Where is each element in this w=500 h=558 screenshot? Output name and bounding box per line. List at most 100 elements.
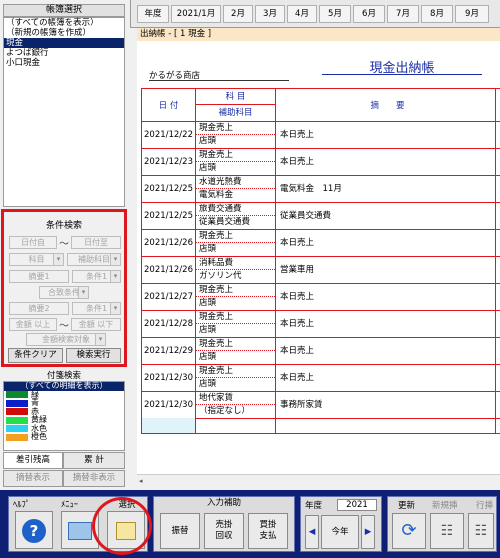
refresh-icon[interactable]: ⟳ <box>392 513 426 549</box>
table-row[interactable]: 2021/12/26 消耗品費 ガソリン代 営業車用 <box>141 257 500 284</box>
row-date[interactable]: 2021/12/26 <box>141 230 196 257</box>
table-row[interactable]: 2021/12/30 現金売上 店頭 本日売上 <box>141 365 500 392</box>
row-account[interactable]: 消耗品費 ガソリン代 <box>196 257 276 284</box>
new-entry-row[interactable] <box>141 418 500 434</box>
tag-list[interactable]: （すべての明細を表示） 緑 青 赤 黄緑 水色 橙色 <box>3 381 125 451</box>
amount-to-field[interactable]: 金額 以下 <box>71 318 121 331</box>
transfer-button[interactable]: 振替 <box>160 513 200 549</box>
month-tab[interactable]: 2021/1月 <box>171 5 221 23</box>
new-entry-summary[interactable] <box>276 418 496 434</box>
month-tab[interactable]: 6月 <box>353 5 385 23</box>
horizontal-scrollbar[interactable]: ◂ <box>137 474 500 487</box>
tag-item-red[interactable]: 赤 <box>4 407 124 417</box>
row-summary[interactable]: 本日売上 <box>276 284 496 311</box>
table-row[interactable]: 2021/12/23 現金売上 店頭 本日売上 <box>141 149 500 176</box>
row-account[interactable]: 旅費交通費 従業員交通費 <box>196 203 276 230</box>
tag-item-all[interactable]: （すべての明細を表示） <box>4 381 124 391</box>
ledger-item-bank[interactable]: よつば銀行 <box>4 48 124 58</box>
month-tab[interactable]: 5月 <box>319 5 351 23</box>
payable-pay-button[interactable]: 買掛 支払 <box>248 513 288 549</box>
table-row[interactable]: 2021/12/26 現金売上 店頭 本日売上 <box>141 230 500 257</box>
row-account[interactable]: 水道光熱費 電気料金 <box>196 176 276 203</box>
table-row[interactable]: 2021/12/29 現金売上 店頭 本日売上 <box>141 338 500 365</box>
insert-row-icon[interactable]: ☷ <box>430 513 464 549</box>
next-year-icon[interactable]: ▶ <box>361 515 375 549</box>
run-search-button[interactable]: 検索実行 <box>66 348 121 363</box>
row-account[interactable]: 現金売上 店頭 <box>196 311 276 338</box>
month-tab[interactable]: 7月 <box>387 5 419 23</box>
row-account[interactable]: 現金売上 店頭 <box>196 149 276 176</box>
row-date[interactable]: 2021/12/22 <box>141 122 196 149</box>
tag-item-blue[interactable]: 青 <box>4 398 124 408</box>
ledger-item-petty-cash[interactable]: 小口現金 <box>4 58 124 68</box>
row-summary[interactable]: 事務所家賃 <box>276 392 496 419</box>
row-account[interactable]: 現金売上 店頭 <box>196 365 276 392</box>
row-date[interactable]: 2021/12/25 <box>141 203 196 230</box>
month-tab[interactable]: 2月 <box>223 5 253 23</box>
row-account[interactable]: 現金売上 店頭 <box>196 230 276 257</box>
row-date[interactable]: 2021/12/26 <box>141 257 196 284</box>
ledger-item-new[interactable]: （新規の帳簿を作成） <box>4 28 124 38</box>
row-icon[interactable]: ☷ <box>468 513 494 549</box>
row-date[interactable]: 2021/12/30 <box>141 365 196 392</box>
row-summary[interactable]: 電気料金 11月 <box>276 176 496 203</box>
summary2-field[interactable]: 摘要2 <box>9 302 69 315</box>
month-tab[interactable]: 4月 <box>287 5 317 23</box>
table-row[interactable]: 2021/12/22 現金売上 店頭 本日売上 <box>141 122 500 149</box>
cond2-select[interactable]: 条件1 ▾ <box>72 302 121 315</box>
table-row[interactable]: 2021/12/25 水道光熱費 電気料金 電気料金 11月 <box>141 176 500 203</box>
tab-total[interactable]: 累 計 <box>63 452 125 469</box>
row-date[interactable]: 2021/12/25 <box>141 176 196 203</box>
new-entry-date[interactable] <box>141 418 196 434</box>
row-summary[interactable]: 本日売上 <box>276 311 496 338</box>
prev-year-icon[interactable]: ◀ <box>305 515 319 549</box>
row-summary[interactable]: 営業車用 <box>276 257 496 284</box>
tab-balance[interactable]: 差引残高 <box>3 452 63 469</box>
memo-show-button[interactable]: 摘替表示 <box>3 470 63 487</box>
row-summary[interactable]: 従業員交通費 <box>276 203 496 230</box>
clear-conditions-button[interactable]: 条件クリア <box>8 348 63 363</box>
month-tab[interactable]: 8月 <box>421 5 453 23</box>
tag-item-orange[interactable]: 橙色 <box>4 432 124 442</box>
row-account[interactable]: 現金売上 店頭 <box>196 284 276 311</box>
ledger-item-cash[interactable]: 現金 <box>4 38 124 48</box>
cond1-select[interactable]: 条件1 ▾ <box>72 270 121 283</box>
row-summary[interactable]: 本日売上 <box>276 338 496 365</box>
table-row[interactable]: 2021/12/30 地代家賃 （指定なし） 事務所家賃 <box>141 392 500 419</box>
row-date[interactable]: 2021/12/23 <box>141 149 196 176</box>
tag-item-yellowgreen[interactable]: 黄緑 <box>4 415 124 425</box>
row-date[interactable]: 2021/12/27 <box>141 284 196 311</box>
table-row[interactable]: 2021/12/27 現金売上 店頭 本日売上 <box>141 284 500 311</box>
memo-hide-button[interactable]: 摘替非表示 <box>63 470 125 487</box>
row-account[interactable]: 現金売上 店頭 <box>196 338 276 365</box>
row-date[interactable]: 2021/12/28 <box>141 311 196 338</box>
row-date[interactable]: 2021/12/29 <box>141 338 196 365</box>
row-date[interactable]: 2021/12/30 <box>141 392 196 419</box>
date-from-field[interactable]: 日付自 <box>9 236 57 249</box>
scroll-left-icon[interactable]: ◂ <box>139 477 147 485</box>
tag-item-lightblue[interactable]: 水色 <box>4 424 124 434</box>
table-row[interactable]: 2021/12/25 旅費交通費 従業員交通費 従業員交通費 <box>141 203 500 230</box>
sub-account-select[interactable]: 補助科目 ▾ <box>67 253 121 266</box>
row-account[interactable]: 現金売上 店頭 <box>196 122 276 149</box>
table-row[interactable]: 2021/12/28 現金売上 店頭 本日売上 <box>141 311 500 338</box>
date-to-field[interactable]: 日付至 <box>71 236 121 249</box>
row-summary[interactable]: 本日売上 <box>276 122 496 149</box>
summary1-field[interactable]: 摘要1 <box>9 270 69 283</box>
row-account[interactable]: 地代家賃 （指定なし） <box>196 392 276 419</box>
year-field[interactable]: 2021 <box>337 499 377 511</box>
year-tab[interactable]: 年度 <box>137 5 169 23</box>
new-entry-account[interactable] <box>196 418 276 434</box>
amount-target-select[interactable]: 金額検索対象 ▾ <box>26 333 106 346</box>
tag-item-green[interactable]: 緑 <box>4 390 124 400</box>
row-summary[interactable]: 本日売上 <box>276 149 496 176</box>
combine-select[interactable]: 合致条件 ▾ <box>39 286 89 299</box>
row-summary[interactable]: 本日売上 <box>276 230 496 257</box>
sales-collect-button[interactable]: 売掛 回収 <box>204 513 244 549</box>
month-tab[interactable]: 3月 <box>255 5 285 23</box>
this-year-button[interactable]: 今年 <box>321 515 359 549</box>
month-tab[interactable]: 9月 <box>455 5 489 23</box>
ledger-list[interactable]: （すべての帳簿を表示） （新規の帳簿を作成） 現金 よつば銀行 小口現金 <box>3 17 125 207</box>
help-button[interactable]: ? <box>15 511 53 549</box>
ledger-item-all[interactable]: （すべての帳簿を表示） <box>4 18 124 28</box>
